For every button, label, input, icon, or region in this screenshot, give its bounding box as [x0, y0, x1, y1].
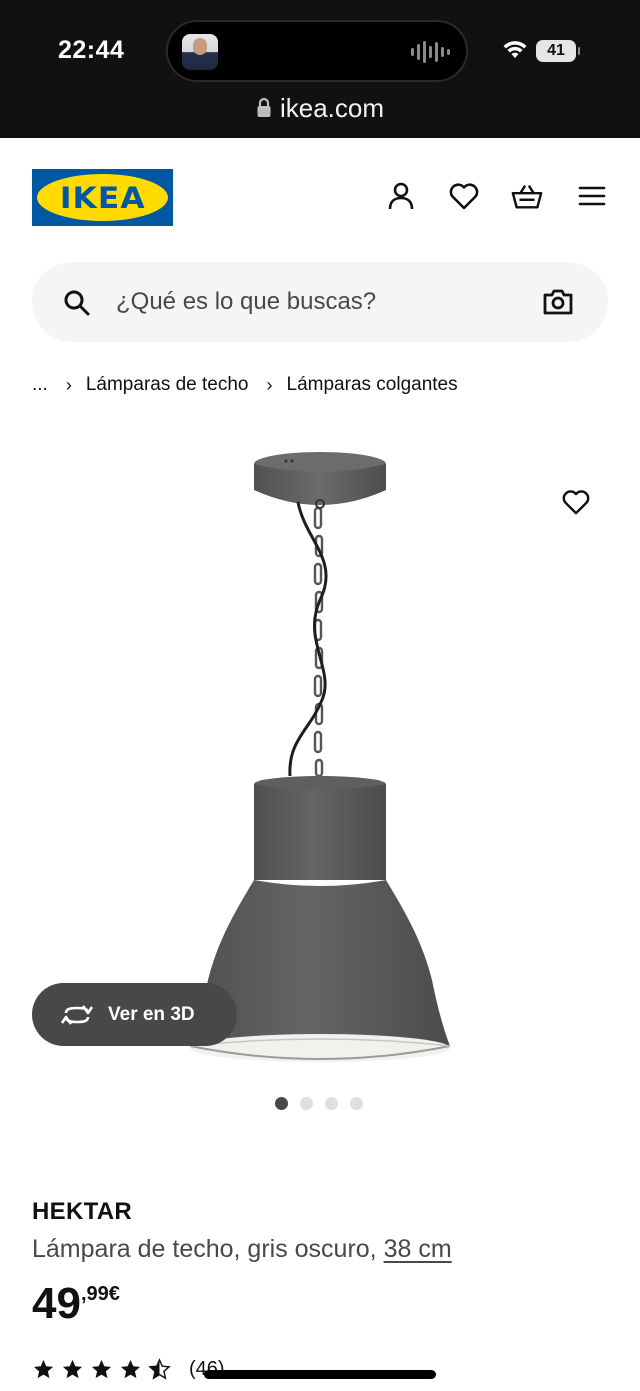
status-time: 22:44: [58, 36, 125, 64]
star-full-icon: [91, 1359, 112, 1379]
gallery-dot[interactable]: [300, 1097, 313, 1110]
product-description: Lámpara de techo, gris oscuro, 38 cm: [32, 1235, 452, 1264]
view-3d-label: Ver en 3D: [108, 1003, 195, 1025]
product-description-text: Lámpara de techo, gris oscuro,: [32, 1235, 377, 1263]
star-full-icon: [33, 1359, 54, 1379]
star-full-icon: [120, 1359, 141, 1379]
product-rating[interactable]: (46): [32, 1358, 225, 1381]
status-bar: 22:44 41 ikea.com: [0, 0, 640, 138]
user-icon[interactable]: [385, 180, 417, 212]
dynamic-island: [166, 20, 468, 82]
chevron-right-icon: ›: [266, 374, 273, 395]
product-name: HEKTAR: [32, 1198, 133, 1225]
heart-icon[interactable]: [448, 180, 480, 212]
add-to-favorites-icon[interactable]: [556, 484, 596, 520]
search-bar[interactable]: [32, 262, 608, 342]
camera-search-icon[interactable]: [542, 286, 574, 318]
search-icon[interactable]: [62, 288, 92, 318]
logo-text: IKEA: [59, 180, 146, 215]
search-input[interactable]: [116, 284, 516, 320]
breadcrumb: ... › Lámparas de techo › Lámparas colga…: [32, 372, 458, 398]
url-text: ikea.com: [279, 92, 385, 123]
breadcrumb-item[interactable]: Lámparas colgantes: [287, 374, 458, 396]
breadcrumb-ellipsis[interactable]: ...: [32, 374, 48, 396]
price-currency: €: [108, 1283, 120, 1305]
star-half-icon: [148, 1358, 171, 1380]
lock-icon: [257, 97, 271, 117]
price-integer: 49: [32, 1279, 81, 1328]
product-price: 49 ,99 €: [32, 1280, 120, 1328]
battery-indicator: 41: [536, 40, 580, 62]
product-measure-link[interactable]: 38 cm: [384, 1235, 452, 1263]
price-decimal: ,99: [80, 1283, 109, 1305]
chevron-right-icon: ›: [65, 374, 72, 395]
menu-icon[interactable]: [576, 180, 608, 212]
basket-icon[interactable]: [511, 180, 543, 212]
gallery-pagination: [275, 1097, 363, 1110]
breadcrumb-item[interactable]: Lámparas de techo: [86, 374, 249, 396]
home-indicator: [204, 1370, 436, 1379]
gallery-dot[interactable]: [350, 1097, 363, 1110]
audio-wave-icon: [411, 40, 450, 64]
url-bar[interactable]: ikea.com: [0, 88, 640, 128]
wifi-icon: [503, 41, 527, 58]
view-3d-button[interactable]: Ver en 3D: [32, 983, 237, 1046]
now-playing-avatar: [182, 34, 218, 70]
gallery-dot[interactable]: [325, 1097, 338, 1110]
gallery-dot-active[interactable]: [275, 1097, 288, 1110]
ikea-logo[interactable]: IKEA: [32, 169, 173, 226]
star-full-icon: [62, 1359, 83, 1379]
rotate-3d-icon: [60, 1004, 94, 1025]
